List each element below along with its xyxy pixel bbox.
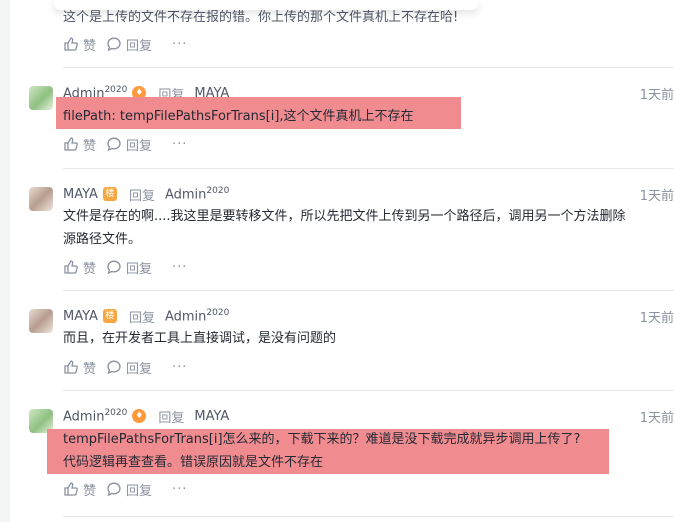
flame-icon: ♦ <box>132 409 147 423</box>
avatar[interactable] <box>29 187 53 211</box>
floor-badge: 楼 <box>102 187 117 201</box>
top-comment-actions: 赞 回复 ··· <box>63 35 187 54</box>
thumbs-up-icon <box>64 137 78 151</box>
comment-panel: 这个是上传的文件不存在报的错。你上传的那个文件真机上不存在哈! 赞 回复 ···… <box>10 0 674 522</box>
reply-button[interactable]: 回复 <box>106 135 152 154</box>
username[interactable]: Admin2020 <box>63 408 127 424</box>
divider <box>63 168 674 169</box>
divider <box>63 516 674 517</box>
username[interactable]: MAYA <box>63 309 98 324</box>
reply-target[interactable]: Admin2020 <box>165 308 229 324</box>
divider <box>63 67 674 68</box>
comment-icon <box>107 37 121 52</box>
more-button[interactable]: ··· <box>172 137 187 152</box>
reply-button[interactable]: 回复 <box>106 35 152 54</box>
comment-actions: 赞 回复 ··· <box>63 258 187 277</box>
comment-text: filePath: tempFilePathsForTrans[i],这个文件真… <box>63 109 414 124</box>
reply-target[interactable]: MAYA <box>194 409 229 424</box>
comment-icon <box>107 360 121 375</box>
reply-target[interactable]: Admin2020 <box>165 186 229 202</box>
like-button[interactable]: 赞 <box>63 358 96 377</box>
like-button[interactable]: 赞 <box>63 480 96 499</box>
comment-icon <box>107 260 121 275</box>
comment-icon <box>107 137 121 152</box>
avatar[interactable] <box>29 309 53 333</box>
reply-button[interactable]: 回复 <box>106 480 152 499</box>
comment-header: Admin2020 ♦ 回复 MAYA <box>63 407 229 426</box>
divider <box>63 290 674 291</box>
reply-label: 回复 <box>158 410 185 426</box>
reply-label: 回复 <box>128 188 155 204</box>
comment-text: 而且，在开发者工具上直接调试，是没有问题的 <box>63 331 337 346</box>
thumbs-up-icon <box>64 482 78 496</box>
comment-header: MAYA 楼 回复 Admin2020 <box>63 307 229 326</box>
comment-text: tempFilePathsForTrans[i]怎么来的，下载下来的？难道是没下… <box>63 432 581 470</box>
comment-text: 文件是存在的啊....我这里是要转移文件，所以先把文件上传到另一个路径后，调用另… <box>63 209 626 247</box>
timestamp: 1天前 <box>639 311 674 326</box>
comment-actions: 赞 回复 ··· <box>63 135 187 154</box>
thumbs-up-icon <box>64 260 78 274</box>
username[interactable]: MAYA <box>63 187 98 202</box>
timestamp: 1天前 <box>639 189 674 204</box>
more-button[interactable]: ··· <box>172 482 187 497</box>
like-button[interactable]: 赞 <box>63 135 96 154</box>
thumbs-up-icon <box>64 360 78 374</box>
reply-label: 回复 <box>128 310 155 326</box>
reply-button[interactable]: 回复 <box>106 258 152 277</box>
more-button[interactable]: ··· <box>172 360 187 375</box>
comment-header: MAYA 楼 回复 Admin2020 <box>63 185 229 204</box>
reply-button[interactable]: 回复 <box>106 358 152 377</box>
like-button[interactable]: 赞 <box>63 258 96 277</box>
popup-overlay <box>54 0 478 10</box>
thumbs-up-icon <box>64 37 78 51</box>
timestamp: 1天前 <box>639 411 674 426</box>
comment-actions: 赞 回复 ··· <box>63 358 187 377</box>
floor-badge: 楼 <box>102 309 117 323</box>
timestamp: 1天前 <box>639 88 674 103</box>
avatar[interactable] <box>29 86 53 110</box>
comment-icon <box>107 482 121 497</box>
more-button[interactable]: ··· <box>172 37 187 52</box>
like-button[interactable]: 赞 <box>63 35 96 54</box>
more-button[interactable]: ··· <box>172 260 187 275</box>
comment-actions: 赞 回复 ··· <box>63 480 187 499</box>
divider <box>63 390 674 391</box>
